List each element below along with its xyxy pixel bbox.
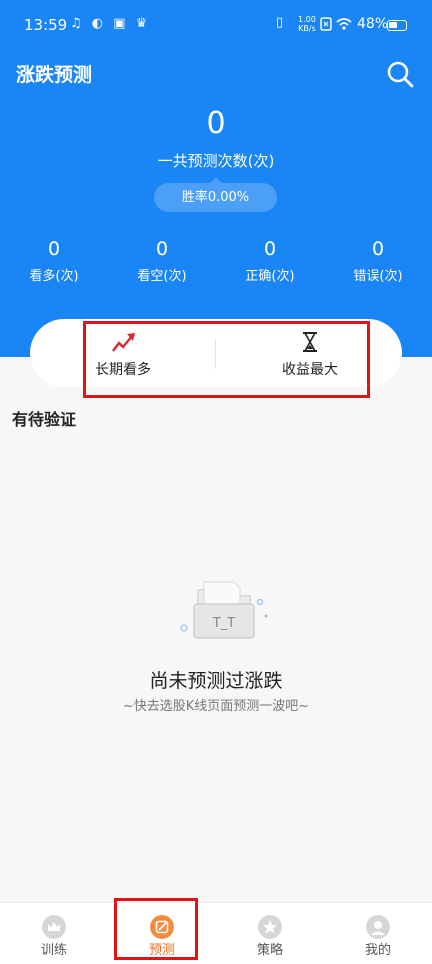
empty-state-subtitle: ~快去选股K线页面预测一波吧~ bbox=[122, 699, 310, 714]
stat-wrong: 0 错误(次) bbox=[324, 238, 432, 284]
status-bar: 13:59 ♫ ◐ ▣ ♛ ▯ 1.00 KB/s 48% bbox=[0, 0, 432, 52]
page-title: 涨跌预测 bbox=[16, 64, 93, 86]
star-icon bbox=[258, 915, 282, 939]
stat-label: 看空(次) bbox=[137, 269, 187, 284]
tab-mine[interactable]: 我的 bbox=[324, 903, 432, 964]
stat-label: 看多(次) bbox=[29, 269, 79, 284]
empty-state-title: 尚未预测过涨跌 bbox=[149, 670, 283, 692]
stat-value: 0 bbox=[263, 238, 277, 260]
stat-value: 0 bbox=[47, 238, 61, 260]
total-prediction-label: 一共预测次数(次) bbox=[157, 152, 275, 170]
net-speed: 1.00 KB/s bbox=[298, 15, 316, 33]
tab-strategy[interactable]: 策略 bbox=[216, 903, 324, 964]
sim-icon bbox=[320, 17, 332, 31]
bottom-tab-bar: 训练 预测 策略 我的 bbox=[0, 902, 432, 964]
battery-icon bbox=[387, 20, 407, 31]
tab-label: 策略 bbox=[256, 943, 283, 958]
stat-bearish: 0 看空(次) bbox=[108, 238, 216, 284]
tab-training[interactable]: 训练 bbox=[0, 903, 108, 964]
svg-text:T_T: T_T bbox=[212, 616, 235, 631]
net-speed-value: 1.00 bbox=[298, 15, 316, 24]
total-prediction-count: 0 bbox=[206, 106, 226, 141]
pending-section-title: 有待验证 bbox=[12, 410, 77, 429]
tab-label: 训练 bbox=[40, 943, 67, 958]
tab-label: 我的 bbox=[364, 943, 391, 958]
stat-label: 错误(次) bbox=[353, 269, 403, 284]
user-icon bbox=[366, 915, 390, 939]
stat-value: 0 bbox=[155, 238, 169, 260]
notification-icons: ♫ ◐ ▣ ♛ bbox=[70, 16, 151, 31]
stat-label: 正确(次) bbox=[245, 269, 295, 284]
empty-folder-icon: T_T bbox=[180, 581, 268, 639]
wifi-icon bbox=[336, 18, 352, 30]
highlight-box-active-tab bbox=[114, 898, 198, 960]
crown-icon bbox=[42, 915, 66, 939]
stat-correct: 0 正确(次) bbox=[216, 238, 324, 284]
stat-value: 0 bbox=[371, 238, 385, 260]
stat-bullish: 0 看多(次) bbox=[0, 238, 108, 284]
win-rate-badge: 胜率0.00% bbox=[154, 177, 277, 212]
vibrate-icon: ▯ bbox=[276, 15, 284, 30]
status-time: 13:59 bbox=[24, 16, 68, 34]
highlight-box-strategies bbox=[83, 321, 370, 398]
battery-percent: 48% bbox=[357, 16, 389, 32]
header-panel: 13:59 ♫ ◐ ▣ ♛ ▯ 1.00 KB/s 48% 涨跌预测 0 一共预… bbox=[0, 0, 432, 357]
net-speed-unit: KB/s bbox=[298, 24, 316, 33]
search-icon[interactable] bbox=[386, 60, 414, 88]
